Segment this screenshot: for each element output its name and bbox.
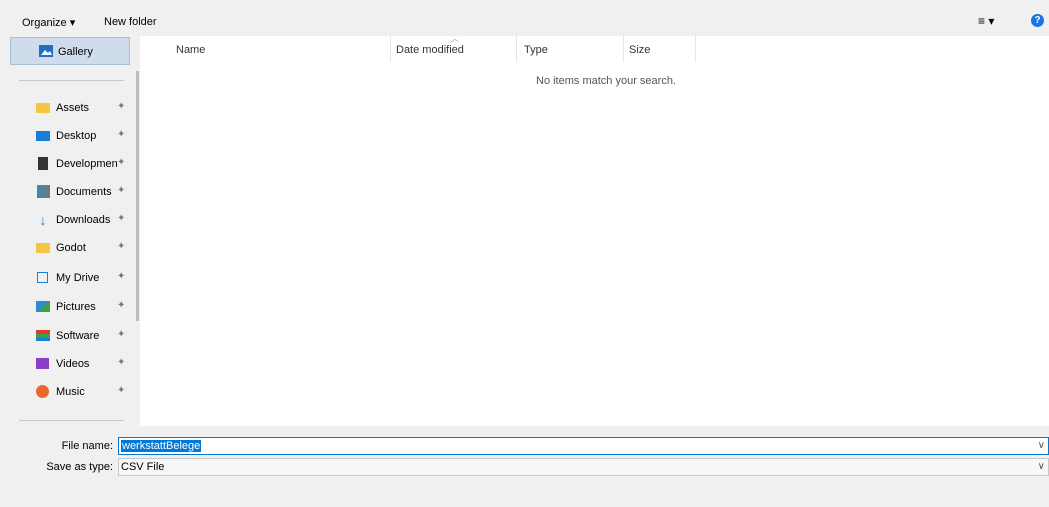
- sidebar-item-development[interactable]: Development ✦: [0, 154, 135, 174]
- sidebar-item-my-drive[interactable]: My Drive ✦: [0, 268, 135, 288]
- new-folder-button[interactable]: New folder: [104, 16, 157, 28]
- archive-icon: [36, 157, 50, 171]
- pin-icon[interactable]: ✦: [117, 185, 125, 196]
- drive-icon: [36, 271, 50, 285]
- chevron-down-icon[interactable]: ∨: [1038, 461, 1045, 472]
- toolbar: Organize ▾ New folder ≡ ▾ ?: [0, 0, 1049, 36]
- pin-icon[interactable]: ✦: [117, 271, 125, 282]
- empty-message: No items match your search.: [536, 75, 676, 87]
- sidebar-item-documents[interactable]: Documents ✦: [0, 182, 135, 202]
- gallery-icon: [39, 45, 53, 57]
- view-options-button[interactable]: ≡ ▾: [978, 14, 994, 28]
- sidebar-item-godot[interactable]: Godot ✦: [0, 238, 135, 258]
- sidebar-item-label: Videos: [56, 358, 90, 370]
- pin-icon[interactable]: ✦: [117, 129, 125, 140]
- pin-icon[interactable]: ✦: [117, 357, 125, 368]
- sidebar-scrollbar[interactable]: [136, 71, 139, 321]
- sidebar-item-downloads[interactable]: ↓ Downloads ✦: [0, 210, 135, 230]
- file-name-input[interactable]: werkstattBelege ∨: [118, 437, 1049, 455]
- desktop-icon: [36, 129, 50, 143]
- sidebar-item-software[interactable]: Software ✦: [0, 326, 135, 346]
- chevron-down-icon[interactable]: ∨: [1038, 440, 1045, 451]
- pin-icon[interactable]: ✦: [117, 385, 125, 396]
- pin-icon[interactable]: ✦: [117, 241, 125, 252]
- pin-icon[interactable]: ✦: [117, 300, 125, 311]
- sidebar-item-label: Downloads: [56, 214, 111, 226]
- sidebar-item-label: Documents: [56, 186, 112, 198]
- sidebar-item-pictures[interactable]: Pictures ✦: [0, 297, 135, 317]
- pin-icon[interactable]: ✦: [117, 157, 125, 168]
- file-list[interactable]: Name Date modified ︿ Type Size No items …: [146, 34, 1049, 426]
- sidebar-item-label: Pictures: [56, 301, 96, 313]
- sidebar-item-label: Development: [56, 158, 118, 170]
- divider: [19, 80, 124, 81]
- pin-icon[interactable]: ✦: [117, 213, 125, 224]
- sidebar-item-label: Software: [56, 330, 100, 342]
- folder-icon: [36, 241, 50, 255]
- divider: [19, 420, 124, 421]
- navigation-pane: Gallery Assets ✦ Desktop ✦ Development ✦…: [0, 36, 140, 426]
- download-arrow-icon: ↓: [39, 212, 47, 228]
- sidebar-item-desktop[interactable]: Desktop ✦: [0, 126, 135, 146]
- sidebar-item-label: My Drive: [56, 272, 100, 284]
- sidebar-item-label: Desktop: [56, 130, 97, 142]
- sidebar-item-label: Assets: [56, 102, 90, 114]
- sidebar-item-music[interactable]: Music ✦: [0, 382, 135, 402]
- sort-indicator-icon: ︿: [451, 34, 459, 43]
- save-as-type-select[interactable]: CSV File ∨: [118, 458, 1049, 476]
- documents-icon: [36, 185, 50, 199]
- sidebar-item-label: Godot: [56, 242, 86, 254]
- sidebar-item-gallery[interactable]: Gallery: [10, 37, 130, 65]
- videos-icon: [36, 357, 50, 371]
- music-icon: [36, 385, 50, 399]
- folder-icon: [36, 101, 50, 115]
- file-name-label: File name:: [61, 440, 113, 452]
- help-icon[interactable]: ?: [1031, 14, 1044, 27]
- column-header-name[interactable]: Name: [146, 36, 391, 62]
- save-form: File name: werkstattBelege ∨ Save as typ…: [0, 426, 1049, 507]
- sidebar-item-label: Music: [56, 386, 85, 398]
- sidebar-item-label: Gallery: [58, 46, 93, 58]
- pin-icon[interactable]: ✦: [117, 101, 125, 112]
- software-icon: [36, 329, 50, 343]
- column-header-type[interactable]: Type: [517, 36, 624, 62]
- sidebar-item-videos[interactable]: Videos ✦: [0, 354, 135, 374]
- file-name-value[interactable]: werkstattBelege: [121, 440, 202, 452]
- organize-button[interactable]: Organize ▾: [22, 16, 75, 29]
- save-as-type-value: CSV File: [121, 461, 165, 473]
- pictures-icon: [36, 300, 50, 314]
- column-header-size[interactable]: Size: [624, 36, 696, 62]
- pin-icon[interactable]: ✦: [117, 329, 125, 340]
- save-as-type-label: Save as type:: [46, 461, 113, 473]
- sidebar-item-assets[interactable]: Assets ✦: [0, 98, 135, 118]
